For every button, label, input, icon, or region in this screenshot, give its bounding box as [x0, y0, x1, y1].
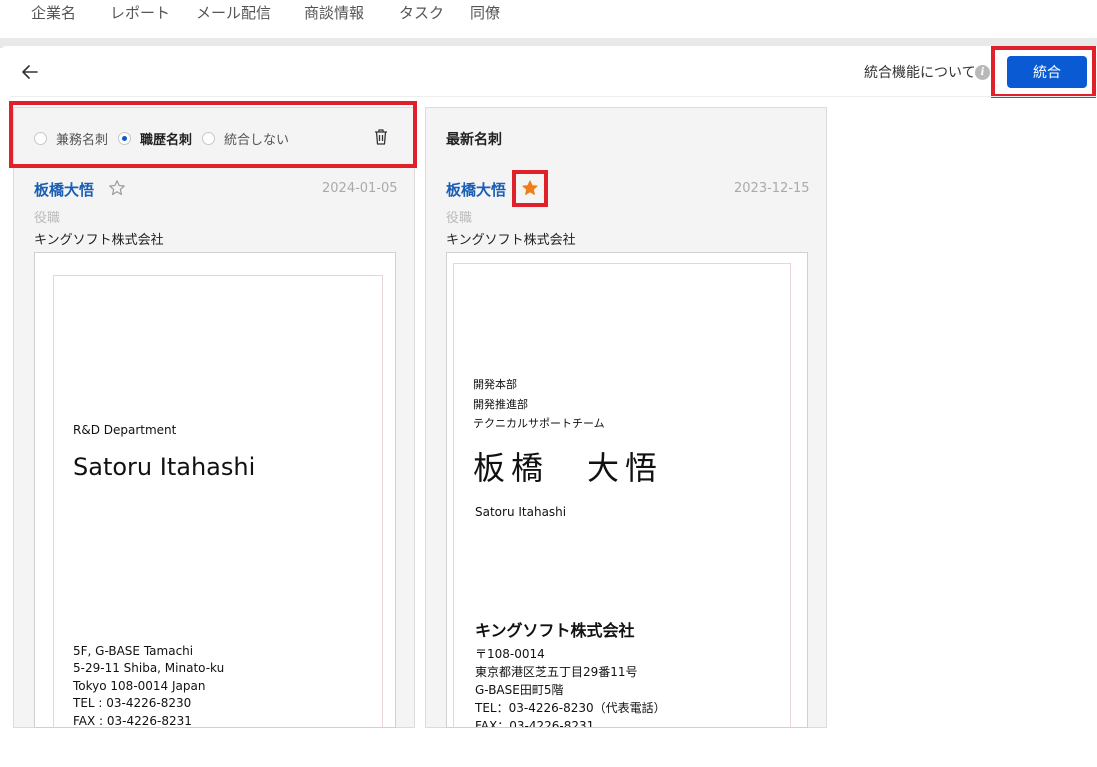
nav-item-deals[interactable]: 商談情報	[304, 2, 364, 23]
position-left: 役職	[34, 211, 61, 226]
merge-button[interactable]: 統合	[1007, 56, 1087, 88]
person-name-left[interactable]: 板橋大悟	[34, 179, 94, 200]
card-address-line: Tokyo 108-0014 Japan	[73, 679, 206, 693]
back-arrow-icon[interactable]	[20, 62, 40, 82]
radio-no-merge[interactable]	[202, 131, 216, 145]
top-nav: 企業名 レポート メール配信 商談情報 タスク 同僚	[0, 0, 1097, 40]
business-card-image-left[interactable]: R&D Department Satoru Itahashi 5F, G-BAS…	[34, 252, 396, 728]
trash-icon[interactable]	[373, 128, 389, 146]
card-address-line: 5-29-11 Shiba, Minato-ku	[73, 661, 225, 675]
person-name-right[interactable]: 板橋大悟	[446, 179, 506, 200]
radio-no-merge-label[interactable]: 統合しない	[224, 129, 289, 148]
card-address-line: 〒108-0014	[475, 647, 545, 661]
card-name-en: Satoru Itahashi	[475, 505, 567, 519]
card-fax: FAX : 03-4226-8231	[73, 714, 192, 728]
latest-card-title: 最新名刺	[446, 132, 502, 148]
card-company: キングソフト株式会社	[475, 621, 635, 640]
card-dept-line: テクニカルサポートチーム	[473, 417, 605, 430]
header-divider	[10, 96, 1097, 97]
nav-item-company[interactable]: 企業名	[31, 2, 76, 23]
radio-career-card-label[interactable]: 職歴名刺	[140, 129, 192, 148]
nav-item-mail[interactable]: メール配信	[196, 2, 271, 23]
nav-item-report[interactable]: レポート	[110, 2, 170, 23]
company-right: キングソフト株式会社	[446, 233, 576, 248]
card-name-jp: 板橋 大悟	[473, 449, 664, 487]
card-department: R&D Department	[73, 423, 177, 437]
business-card-image-right[interactable]: 開発本部 開発推進部 テクニカルサポートチーム 板橋 大悟 Satoru Ita…	[446, 252, 808, 728]
card-date-right: 2023-12-15	[734, 181, 810, 196]
card-tel: TEL : 03-4226-8230	[73, 696, 192, 710]
radio-dual-card[interactable]	[34, 131, 47, 145]
position-right: 役職	[446, 211, 473, 226]
about-merge-label[interactable]: 統合機能について	[864, 62, 976, 82]
star-filled-icon[interactable]	[521, 179, 539, 197]
star-outline-icon[interactable]	[108, 179, 126, 197]
radio-career-card[interactable]	[118, 131, 132, 145]
merge-option-radio-group: 兼務名刺 職歴名刺 統合しない	[34, 128, 299, 148]
info-icon[interactable]: i	[975, 65, 990, 80]
card-address-line: G-BASE田町5階	[475, 683, 564, 697]
card-address-line: 東京都港区芝五丁目29番11号	[475, 665, 638, 679]
card-address-line: 5F, G-BASE Tamachi	[73, 644, 194, 658]
card-name-en: Satoru Itahashi	[73, 453, 256, 481]
card-dept-line: 開発本部	[473, 378, 517, 391]
card-dept-line: 開発推進部	[473, 398, 528, 411]
nav-item-tasks[interactable]: タスク	[399, 2, 444, 23]
card-fax: FAX：03-4226-8231	[475, 719, 595, 728]
company-left: キングソフト株式会社	[34, 233, 164, 248]
card-date-left: 2024-01-05	[322, 181, 398, 196]
card-tel: TEL：03-4226-8230（代表電話）	[475, 701, 666, 715]
radio-dual-card-label[interactable]: 兼務名刺	[56, 129, 108, 148]
nav-item-colleagues[interactable]: 同僚	[470, 2, 500, 23]
